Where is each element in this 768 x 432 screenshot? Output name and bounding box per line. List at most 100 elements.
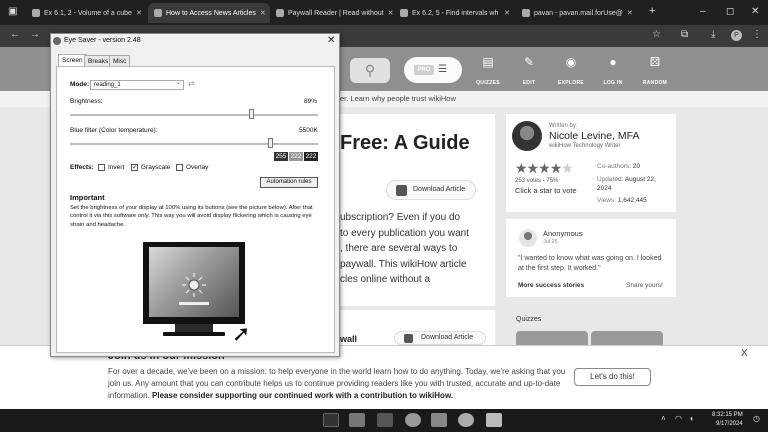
- maximize-icon[interactable]: ◻: [726, 6, 734, 17]
- download-article-button[interactable]: Download Article: [386, 180, 476, 200]
- share-yours-link[interactable]: Share yours!: [626, 282, 663, 289]
- rgb-blue: 222: [304, 152, 318, 161]
- blue-filter-track[interactable]: [70, 143, 318, 145]
- window-close-icon[interactable]: ✕: [751, 6, 759, 17]
- profile-avatar[interactable]: P: [731, 30, 742, 41]
- star-icon[interactable]: ★: [527, 160, 540, 176]
- invert-checkbox[interactable]: [98, 164, 105, 171]
- nav-edit[interactable]: ✎ EDIT: [509, 55, 549, 89]
- browser-menu-icon[interactable]: ⋮: [752, 29, 762, 40]
- clock-time: 8:32:15 PM: [712, 412, 743, 418]
- star-icon[interactable]: ★: [538, 160, 551, 176]
- updated-label: Updated:: [597, 176, 624, 183]
- taskbar-app-icon[interactable]: [405, 413, 421, 427]
- search-button[interactable]: ⚲: [350, 58, 390, 83]
- browser-tab-active[interactable]: How to Access News Articles ✕: [148, 3, 270, 23]
- monitor-brightness-icon: [179, 273, 209, 305]
- nav-login[interactable]: ● LOG IN: [593, 55, 633, 89]
- nav-label: RANDOM: [642, 80, 668, 86]
- taskbar-app-icon[interactable]: [377, 413, 393, 427]
- notification-icon[interactable]: ◷: [753, 414, 760, 423]
- comment-text: "I wanted to know what was going on. I l…: [518, 255, 662, 272]
- important-heading: Important: [70, 193, 105, 202]
- star-icon[interactable]: ★: [515, 160, 528, 176]
- overlay-label: Overlay: [186, 164, 209, 171]
- trust-text[interactable]: er. Learn why people trust wikiHow: [340, 94, 456, 103]
- taskbar-app-icon[interactable]: [349, 413, 365, 427]
- nav-random[interactable]: ⚄ RANDOM: [635, 55, 675, 89]
- author-role: wikiHow Technology Writer: [549, 143, 621, 149]
- grayscale-checkbox[interactable]: ✓: [131, 164, 138, 171]
- taskbar-app-icon[interactable]: [458, 413, 474, 427]
- taskbar-app-icon[interactable]: [431, 413, 447, 427]
- quiz-thumbnail[interactable]: [516, 331, 588, 345]
- bookmark-star-icon[interactable]: ☆: [652, 29, 661, 40]
- clock[interactable]: 8:32:15 PM 9/17/2024: [712, 411, 743, 429]
- tab-favicon-icon: [276, 9, 284, 17]
- tab-favicon-icon: [154, 9, 162, 17]
- volume-icon[interactable]: ◖: [689, 414, 694, 423]
- tab-close-icon[interactable]: ✕: [132, 9, 142, 17]
- taskbar-app-icon[interactable]: [323, 413, 339, 427]
- brightness-label: Brightness:: [70, 98, 103, 105]
- commenter-avatar: [519, 229, 537, 247]
- back-icon[interactable]: ←: [10, 29, 20, 40]
- taskbar-app-icon[interactable]: [486, 413, 502, 427]
- dialog-close-icon[interactable]: ✕: [327, 35, 335, 46]
- author-name[interactable]: Nicole Levine, MFA: [549, 130, 639, 142]
- browser-tab[interactable]: pavan - pavan.mail.forUse@ ✕: [516, 3, 638, 23]
- automation-rules-button[interactable]: Automation rules: [260, 177, 318, 188]
- download-icon[interactable]: ⤓: [711, 29, 715, 40]
- browser-tab[interactable]: Ex 6.2, 5 - Find intervals wh ✕: [394, 3, 516, 23]
- blue-filter-slider-thumb[interactable]: [268, 138, 273, 148]
- quizzes-heading: Quizzes: [516, 316, 542, 323]
- new-tab-icon[interactable]: +: [649, 5, 655, 17]
- browser-tab[interactable]: Ex 6.1, 2 - Volume of a cube ✕: [26, 3, 148, 23]
- grayscale-label: Grayscale: [141, 164, 171, 171]
- monitor-screen: [149, 247, 239, 317]
- lets-do-this-button[interactable]: Let's do this!: [574, 368, 651, 386]
- tab-close-icon[interactable]: ✕: [384, 9, 394, 17]
- nav-label: EXPLORE: [558, 80, 584, 86]
- nav-quizzes[interactable]: ▤ QUIZZES: [468, 55, 508, 89]
- browser-tab[interactable]: Paywall Reader | Read without ✕: [270, 3, 394, 23]
- more-stories-link[interactable]: More success stories: [518, 282, 584, 289]
- star-icon[interactable]: ★: [550, 160, 563, 176]
- quiz-icon: ▤: [482, 55, 494, 69]
- extensions-icon[interactable]: ⧉: [681, 29, 688, 40]
- tray-chevron-icon[interactable]: ˄: [661, 414, 666, 423]
- comment-date: Jul 25: [543, 239, 558, 245]
- views-label: Views:: [597, 197, 617, 204]
- mode-select[interactable]: reading_1: [90, 79, 184, 90]
- quiz-thumbnail[interactable]: [591, 331, 663, 345]
- download-label: Download Article: [413, 186, 466, 193]
- rating-stars[interactable]: ★★★★★: [515, 160, 574, 177]
- wifi-icon[interactable]: ◠: [675, 414, 682, 423]
- tab-list-icon[interactable]: ▣: [8, 6, 17, 17]
- tab-close-icon[interactable]: ✕: [500, 9, 510, 17]
- download-article-button-2[interactable]: Download Article: [394, 331, 486, 345]
- brightness-track[interactable]: [70, 114, 318, 116]
- tab-title: How to Access News Articles: [166, 9, 256, 17]
- refresh-icon[interactable]: ⇄: [188, 79, 195, 88]
- overlay-checkbox[interactable]: [176, 164, 183, 171]
- section-title: wall: [340, 334, 358, 344]
- dialog-title: Eye Saver - version 2.48: [64, 37, 141, 44]
- tab-title: Paywall Reader | Read without: [288, 9, 384, 17]
- tab-title: Ex 6.1, 2 - Volume of a cube: [44, 9, 132, 17]
- mission-close-icon[interactable]: X: [741, 348, 748, 359]
- vote-count: 253 votes - 75%: [515, 178, 559, 184]
- tab-title: Ex 6.2, 5 - Find intervals wh: [412, 9, 499, 17]
- coauthors-label: Co-authors:: [597, 163, 631, 170]
- intro-line: , there are several ways to: [340, 243, 458, 254]
- forward-icon[interactable]: →: [30, 29, 40, 40]
- star-icon[interactable]: ★: [561, 160, 574, 176]
- tab-close-icon[interactable]: ✕: [623, 9, 633, 17]
- pro-badge: PRO: [414, 65, 434, 75]
- author-avatar[interactable]: [512, 121, 542, 151]
- minimize-icon[interactable]: –: [700, 6, 706, 17]
- nav-explore[interactable]: ◉ EXPLORE: [551, 55, 591, 89]
- tab-close-icon[interactable]: ✕: [256, 9, 266, 17]
- brightness-slider-thumb[interactable]: [248, 109, 254, 119]
- tab-title: pavan - pavan.mail.forUse@: [534, 9, 623, 17]
